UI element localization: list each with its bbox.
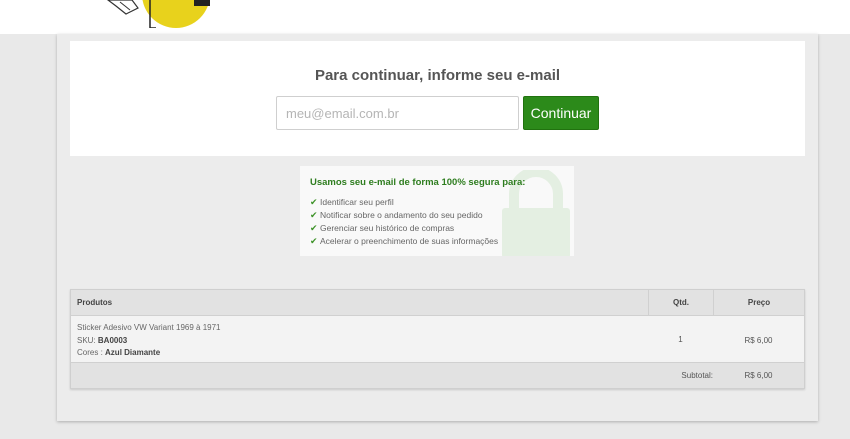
product-qty: 1 xyxy=(678,335,683,344)
column-header-products: Produtos xyxy=(77,298,113,307)
list-item: ✔ Notificar sobre o andamento do seu pedi… xyxy=(310,210,483,220)
top-header xyxy=(0,0,850,34)
product-price: R$ 6,00 xyxy=(744,336,773,345)
store-logo-icon[interactable] xyxy=(98,0,218,28)
check-icon: ✔ xyxy=(310,223,318,233)
email-input[interactable] xyxy=(276,96,519,130)
list-item: ✔ Acelerar o preenchimento de suas inform… xyxy=(310,236,499,246)
subtotal-label: Subtotal: xyxy=(681,371,713,380)
email-panel-title: Para continuar, informe seu e-mail xyxy=(314,67,561,84)
product-colors: Cores : Azul Diamante xyxy=(77,348,161,357)
product-name: Sticker Adesivo VW Variant 1969 à 1971 xyxy=(77,323,221,332)
subtotal-value: R$ 6,00 xyxy=(744,371,773,380)
security-title: Usamos seu e-mail de forma 100% segura p… xyxy=(310,177,526,188)
column-header-qty: Qtd. xyxy=(648,290,713,316)
list-item: ✔ Gerenciar seu histórico de compras xyxy=(310,223,455,233)
check-icon: ✔ xyxy=(310,236,318,246)
email-panel: Para continuar, informe seu e-mail Conti… xyxy=(70,41,805,156)
list-item: ✔ Identificar seu perfil xyxy=(310,197,394,207)
check-icon: ✔ xyxy=(310,210,318,220)
cart-table-header: Produtos Qtd. Preço xyxy=(71,290,804,316)
check-icon: ✔ xyxy=(310,197,318,207)
product-sku: SKU: BA0003 xyxy=(77,335,128,345)
security-list: ✔ Identificar seu perfil ✔ Notificar sobre… xyxy=(310,196,498,248)
cart-table: Produtos Qtd. Preço Sticker Adesivo VW V… xyxy=(70,289,805,389)
product-info: Sticker Adesivo VW Variant 1969 à 1971 S… xyxy=(77,322,221,360)
security-info-box: Usamos seu e-mail de forma 100% segura p… xyxy=(300,166,574,256)
cart-subtotal-row: Subtotal: R$ 6,00 xyxy=(71,362,804,388)
checkout-container: Para continuar, informe seu e-mail Conti… xyxy=(57,34,818,421)
column-header-price: Preço xyxy=(713,290,804,316)
continue-button[interactable]: Continuar xyxy=(523,96,599,130)
